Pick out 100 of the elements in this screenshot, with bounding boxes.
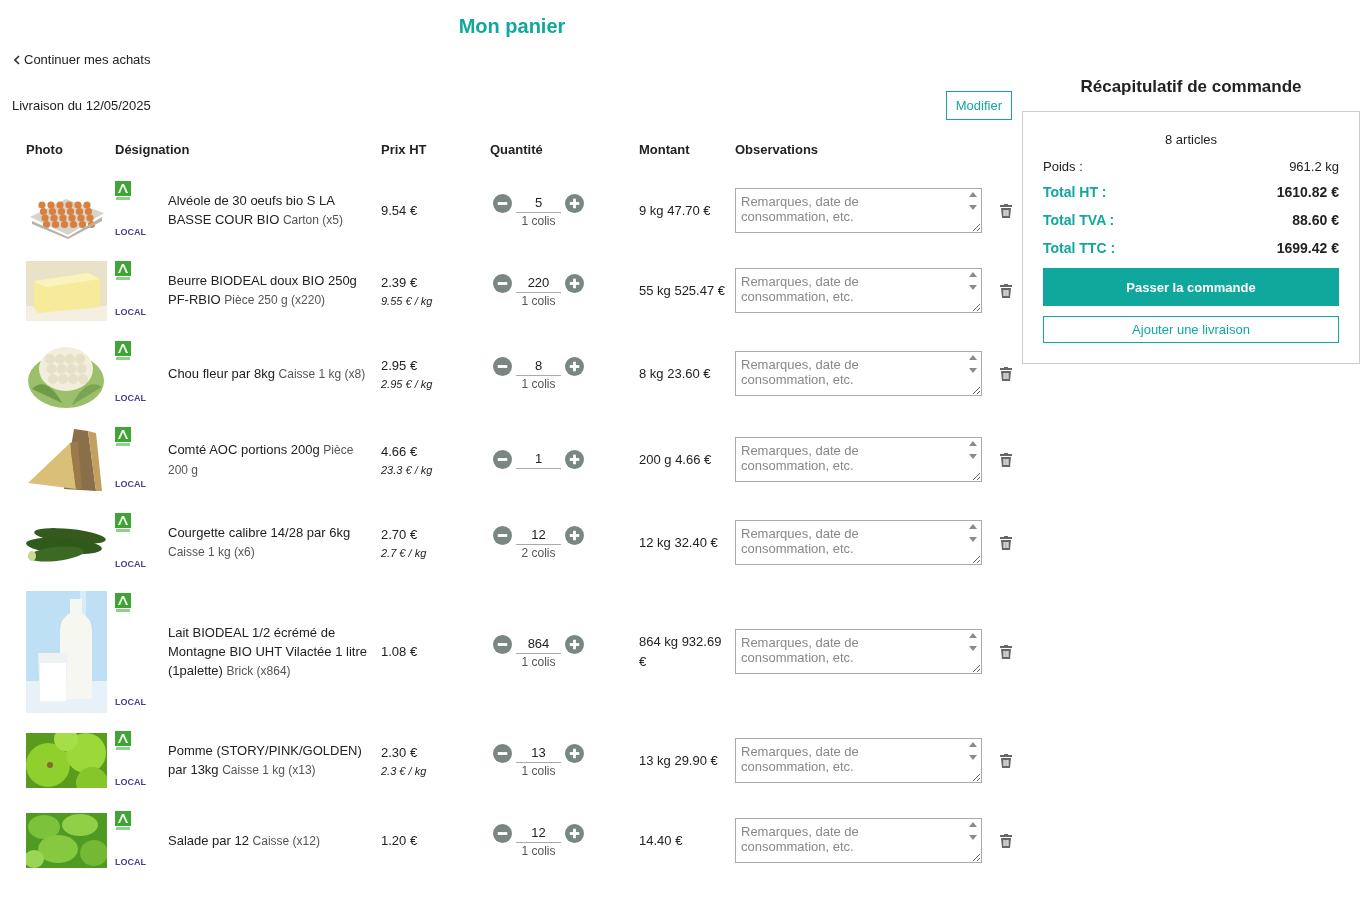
local-label: LOCAL <box>115 226 147 237</box>
local-label: LOCAL <box>115 392 147 403</box>
plus-icon[interactable] <box>565 273 584 293</box>
line-amount: 200 g 4.66 € <box>639 451 712 467</box>
total-value: 1610.82 € <box>1276 184 1339 200</box>
weight-value: 961.2 kg <box>1289 159 1339 174</box>
remarks-field[interactable]: Remarques, date de consommation, etc. <box>735 351 982 396</box>
organic-label-icon <box>115 512 131 533</box>
delivery-date: Livraison du 12/05/2025 <box>12 97 151 113</box>
scroll-arrows-icon[interactable] <box>969 271 977 291</box>
remarks-field[interactable]: Remarques, date de consommation, etc. <box>735 268 982 313</box>
organic-label-icon <box>115 730 131 751</box>
trash-icon[interactable] <box>1000 203 1012 218</box>
organic-label-icon <box>115 426 131 447</box>
scroll-arrows-icon[interactable] <box>969 523 977 543</box>
remarks-field[interactable]: Remarques, date de consommation, etc. <box>735 520 982 565</box>
package-count: 1 colis <box>521 213 556 228</box>
weight-label: Poids : <box>1043 159 1083 174</box>
column-header: Observations <box>735 141 820 157</box>
line-amount: 8 kg 23.60 € <box>639 365 711 381</box>
trash-icon[interactable] <box>1000 283 1012 298</box>
price: 2.70 € <box>381 526 419 542</box>
plus-icon[interactable] <box>565 193 584 213</box>
plus-icon[interactable] <box>565 743 584 763</box>
product-name: Pomme (STORY/PINK/GOLDEN) par 13kg Caisse 1 kg (x13) <box>168 742 363 779</box>
trash-icon[interactable] <box>1000 452 1012 467</box>
minus-icon[interactable] <box>493 743 512 763</box>
price: 1.20 € <box>381 833 419 848</box>
plus-icon[interactable] <box>565 634 584 654</box>
organic-label-icon <box>115 340 131 361</box>
plus-icon[interactable] <box>565 525 584 545</box>
unit-price: 2.3 € / kg <box>381 764 428 777</box>
local-label: LOCAL <box>115 558 147 569</box>
scroll-arrows-icon[interactable] <box>969 440 977 460</box>
remarks-field[interactable]: Remarques, date de consommation, etc. <box>735 188 982 233</box>
column-header: Photo <box>26 141 64 157</box>
local-label: LOCAL <box>115 478 147 489</box>
summary-title: Récapitulatif de commande <box>1079 77 1303 97</box>
plus-icon[interactable] <box>565 823 584 843</box>
plus-icon[interactable] <box>565 356 584 376</box>
scroll-arrows-icon[interactable] <box>969 821 977 841</box>
trash-icon[interactable] <box>1000 644 1012 659</box>
local-label: LOCAL <box>115 856 147 867</box>
line-amount: 13 kg 29.90 € <box>639 752 718 768</box>
trash-icon[interactable] <box>1000 535 1012 550</box>
unit-price: 2.7 € / kg <box>381 546 428 559</box>
product-name: Beurre BIODEAL doux BIO 250g PF-RBIO Pièce 250 g (x220) <box>168 272 358 309</box>
column-header: Montant <box>639 141 691 157</box>
unit-price: 23.3 € / kg <box>381 463 434 476</box>
unit-price: 2.95 € / kg <box>381 377 434 390</box>
product-name: Salade par 12 Caisse (x12) <box>168 831 321 850</box>
remarks-field[interactable]: Remarques, date de consommation, etc. <box>735 629 982 674</box>
organic-label-icon <box>115 180 131 201</box>
remarks-field[interactable]: Remarques, date de consommation, etc. <box>735 738 982 783</box>
page-title: Mon panier <box>457 14 567 39</box>
minus-icon[interactable] <box>493 525 512 545</box>
price: 9.54 € <box>381 203 419 218</box>
minus-icon[interactable] <box>493 273 512 293</box>
package-count: 1 colis <box>521 843 556 858</box>
local-label: LOCAL <box>115 696 147 707</box>
minus-icon[interactable] <box>493 823 512 843</box>
product-name: Comté AOC portions 200g Pièce 200 g <box>168 440 355 479</box>
local-label: LOCAL <box>115 776 147 787</box>
price: 2.95 € <box>381 357 419 373</box>
organic-label-icon <box>115 260 131 281</box>
package-count: 1 colis <box>521 293 556 308</box>
total-label: Total HT : <box>1043 184 1107 200</box>
total-label: Total TTC : <box>1043 240 1116 256</box>
product-name: Chou fleur par 8kg Caisse 1 kg (x8) <box>168 364 367 383</box>
organic-label-icon <box>115 810 131 831</box>
minus-icon[interactable] <box>493 450 512 469</box>
trash-icon[interactable] <box>1000 366 1012 381</box>
minus-icon[interactable] <box>493 634 512 654</box>
package-count: 2 colis <box>521 545 556 560</box>
trash-icon[interactable] <box>1000 833 1012 848</box>
trash-icon[interactable] <box>1000 753 1012 768</box>
price: 2.39 € <box>381 274 419 290</box>
local-label: LOCAL <box>115 306 147 317</box>
product-name: Courgette calibre 14/28 par 6kg Caisse 1 kg (x6) <box>168 524 352 561</box>
price: 1.08 € <box>381 644 419 659</box>
plus-icon[interactable] <box>565 450 584 469</box>
product-name: Lait BIODEAL 1/2 écrémé de Montagne BIO UHT Vilactée 1 litre (1palette) Brick (x864) <box>168 623 368 680</box>
price: 2.30 € <box>381 744 419 760</box>
chevron-left-icon <box>14 54 20 65</box>
line-amount: 55 kg 525.47 € <box>639 282 726 298</box>
column-header: Prix HT <box>381 141 428 157</box>
scroll-arrows-icon[interactable] <box>969 354 977 374</box>
unit-price: 9.55 € / kg <box>381 294 434 307</box>
column-header: Désignation <box>115 141 191 157</box>
scroll-arrows-icon[interactable] <box>969 191 977 211</box>
continue-shopping-link[interactable]: Continuer mes achats <box>14 52 151 67</box>
scroll-arrows-icon[interactable] <box>969 741 977 761</box>
remarks-field[interactable]: Remarques, date de consommation, etc. <box>735 818 982 863</box>
price: 4.66 € <box>381 443 419 459</box>
minus-icon[interactable] <box>493 193 512 213</box>
line-amount: 12 kg 32.40 € <box>639 534 718 550</box>
scroll-arrows-icon[interactable] <box>969 632 977 652</box>
remarks-field[interactable]: Remarques, date de consommation, etc. <box>735 437 982 482</box>
minus-icon[interactable] <box>493 356 512 376</box>
product-name: Alvéole de 30 oeufs bio S LA BASSE COUR BIO Carton (x5) <box>168 192 344 229</box>
